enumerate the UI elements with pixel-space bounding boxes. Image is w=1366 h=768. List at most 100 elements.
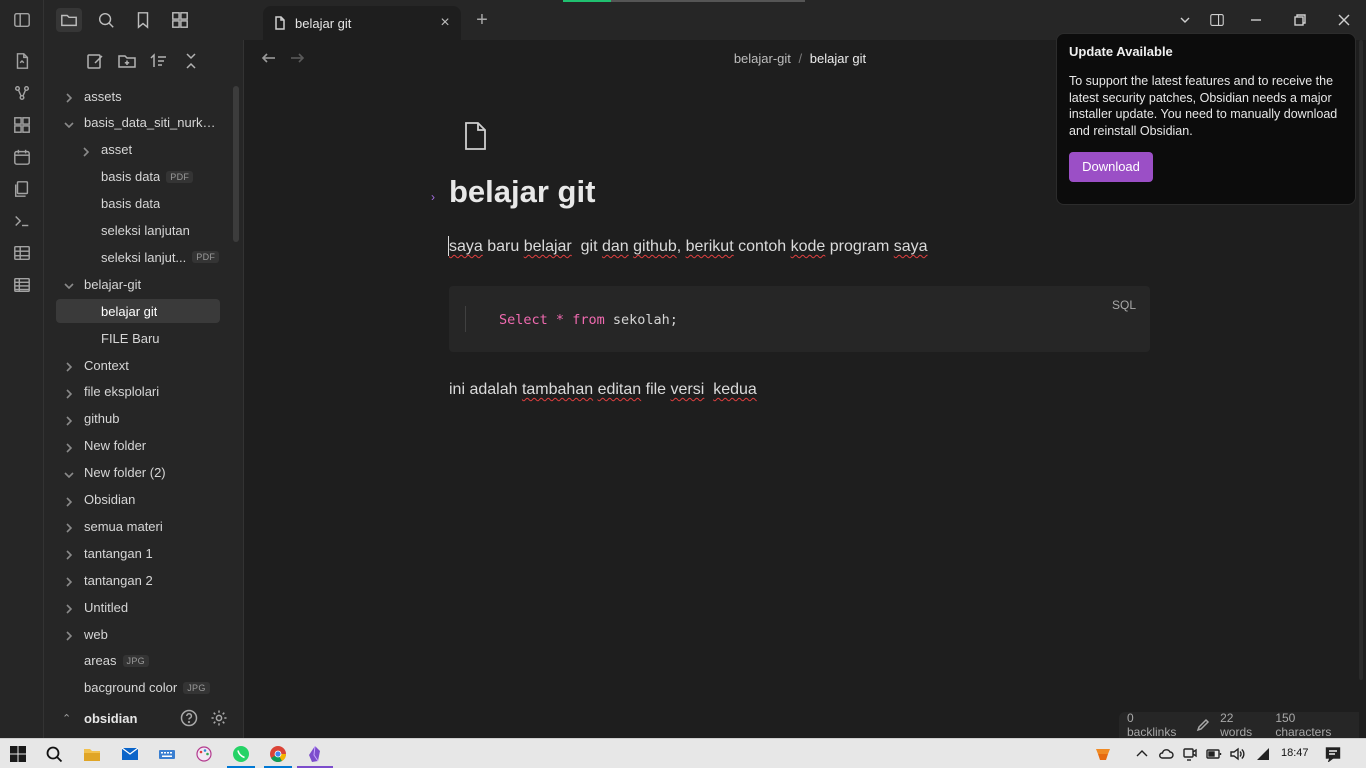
folder-item[interactable]: github xyxy=(56,407,220,431)
edit-mode-pencil-icon[interactable] xyxy=(1196,718,1210,732)
file-item[interactable]: basis data PDF xyxy=(56,165,220,189)
note-title[interactable]: belajar git xyxy=(449,174,595,210)
new-tab-icon[interactable]: + xyxy=(472,10,492,30)
chrome-app-icon[interactable] xyxy=(268,744,288,764)
folder-item[interactable]: semua materi xyxy=(56,514,220,538)
file-item[interactable]: seleksi lanjut... PDF xyxy=(56,245,220,269)
update-notice[interactable]: Update Available To support the latest f… xyxy=(1056,33,1356,205)
folder-item[interactable]: Obsidian xyxy=(56,488,220,512)
folder-item[interactable]: file eksplolari xyxy=(56,380,220,404)
battery-icon[interactable] xyxy=(1206,746,1222,762)
close-tab-icon[interactable]: × xyxy=(437,15,453,31)
mail-app-icon[interactable] xyxy=(120,744,140,764)
command-palette-icon[interactable] xyxy=(12,211,32,231)
taskbar-search-icon[interactable] xyxy=(44,744,64,764)
collapse-all-icon[interactable] xyxy=(182,52,202,72)
folder-item[interactable]: basis_data_siti_nurkh... xyxy=(56,111,220,135)
chevron-right-icon[interactable] xyxy=(64,575,74,587)
clock-time[interactable]: 18:47 xyxy=(1281,747,1309,759)
right-sidebar-toggle-icon[interactable] xyxy=(1204,8,1230,32)
file-item[interactable]: areas JPG xyxy=(56,649,220,673)
daily-note-icon[interactable] xyxy=(12,147,32,167)
windows-start-icon[interactable] xyxy=(8,744,28,764)
table-icon[interactable] xyxy=(12,243,32,263)
wifi-icon[interactable] xyxy=(1255,746,1271,762)
chevron-right-icon[interactable] xyxy=(64,521,74,533)
folder-item[interactable]: Context xyxy=(56,353,220,377)
file-item[interactable]: seleksi lanjutan xyxy=(56,219,220,243)
bookmark-icon[interactable] xyxy=(130,8,156,32)
vault-switcher[interactable]: ⌃ obsidian xyxy=(44,700,244,738)
help-icon[interactable] xyxy=(180,709,200,729)
chevron-down-icon[interactable] xyxy=(64,468,74,478)
chevron-right-icon[interactable] xyxy=(64,414,74,426)
new-note-icon[interactable] xyxy=(86,52,106,72)
folder-item[interactable]: web xyxy=(56,622,220,646)
show-hidden-icons-chevron-up-icon[interactable] xyxy=(1134,746,1150,762)
heading-fold-chevron-icon[interactable]: › xyxy=(431,190,441,204)
meet-now-icon[interactable] xyxy=(1182,746,1198,762)
keyboard-app-icon[interactable] xyxy=(157,744,177,764)
file-item[interactable]: FILE Baru xyxy=(56,326,220,350)
chevron-right-icon[interactable] xyxy=(64,360,74,372)
tab-belajar-git[interactable]: belajar git × xyxy=(263,6,461,40)
notifications-icon[interactable] xyxy=(1325,746,1341,763)
obsidian-app-icon[interactable] xyxy=(305,744,325,764)
editor-scrollbar[interactable] xyxy=(1359,40,1363,680)
chevron-right-icon[interactable] xyxy=(64,495,74,507)
sort-order-icon[interactable] xyxy=(150,52,170,72)
volume-icon[interactable] xyxy=(1229,746,1245,762)
tab-list-chevron-down-icon[interactable] xyxy=(1172,8,1198,32)
chevron-right-icon[interactable] xyxy=(81,145,91,157)
paint-app-icon[interactable] xyxy=(194,744,214,764)
folder-item[interactable]: tantangan 2 xyxy=(56,568,220,592)
chevron-right-icon[interactable] xyxy=(64,441,74,453)
folder-item[interactable]: tantangan 1 xyxy=(56,541,220,565)
files-icon[interactable] xyxy=(56,8,82,32)
new-folder-icon[interactable] xyxy=(118,52,138,72)
chevron-right-icon[interactable] xyxy=(64,602,74,614)
backlinks-count[interactable]: 0 backlinks xyxy=(1127,711,1182,739)
left-ribbon xyxy=(0,0,44,738)
whatsapp-app-icon[interactable] xyxy=(231,744,251,764)
breadcrumb-file[interactable]: belajar git xyxy=(810,51,866,66)
chevron-down-icon[interactable] xyxy=(64,118,74,129)
folder-item[interactable]: asset xyxy=(56,138,220,162)
code-line[interactable]: Select * from sekolah; xyxy=(499,312,678,328)
folder-item[interactable]: Untitled xyxy=(56,595,220,619)
grid-view-icon[interactable] xyxy=(167,8,193,32)
restore-icon[interactable] xyxy=(1287,8,1313,32)
paragraph-2[interactable]: ini adalah tambahan editan file versi ke… xyxy=(449,381,757,399)
folder-item[interactable]: New folder (2) xyxy=(56,461,220,485)
file-item[interactable]: belajar git xyxy=(56,299,220,324)
file-item[interactable]: basis data xyxy=(56,192,220,216)
search-icon[interactable] xyxy=(93,8,119,32)
chevron-down-icon[interactable] xyxy=(64,279,74,290)
chevron-right-icon[interactable] xyxy=(64,548,74,560)
spreadsheet-icon[interactable] xyxy=(12,275,32,295)
close-window-icon[interactable] xyxy=(1331,8,1357,32)
graph-view-icon[interactable] xyxy=(12,83,32,103)
download-button[interactable]: Download xyxy=(1069,152,1153,182)
folder-item[interactable]: New folder xyxy=(56,434,220,458)
canvas-icon[interactable] xyxy=(12,115,32,135)
code-block[interactable]: Select * from sekolah; SQL xyxy=(449,286,1150,352)
settings-gear-icon[interactable] xyxy=(210,709,230,729)
folder-item[interactable]: belajar-git xyxy=(56,272,220,296)
file-item[interactable]: bacground color JPG xyxy=(56,676,220,700)
onedrive-cloud-icon[interactable] xyxy=(1158,746,1174,762)
open-quick-switcher-icon[interactable] xyxy=(12,51,32,71)
chevron-right-icon[interactable] xyxy=(64,629,74,641)
templates-icon[interactable] xyxy=(12,179,32,199)
folder-item[interactable]: assets xyxy=(56,84,220,108)
sidebar-toggle-icon[interactable] xyxy=(12,10,32,30)
breadcrumb-folder[interactable]: belajar-git xyxy=(734,51,791,66)
vault-name[interactable]: obsidian xyxy=(84,711,137,726)
chevron-right-icon[interactable] xyxy=(64,387,74,399)
sidebar-scrollbar[interactable] xyxy=(233,86,239,242)
tray-app-icon[interactable] xyxy=(1093,744,1113,764)
paragraph-1[interactable]: saya baru belajar git dan github, beriku… xyxy=(449,238,928,256)
file-explorer-app-icon[interactable] xyxy=(82,744,102,764)
minimize-icon[interactable] xyxy=(1243,8,1269,32)
chevron-right-icon[interactable] xyxy=(64,91,74,103)
